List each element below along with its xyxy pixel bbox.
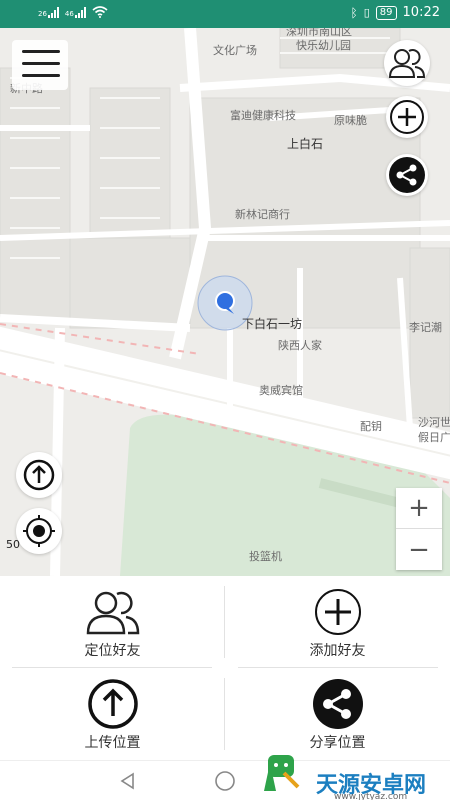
map-label: 奥威宾馆 xyxy=(259,384,303,397)
upload-icon xyxy=(23,459,55,491)
map-label: 原味脆 xyxy=(334,114,367,127)
divider xyxy=(224,678,225,750)
share-location-button[interactable]: 分享位置 xyxy=(225,668,450,760)
add-friend-panel-button[interactable]: 添加好友 xyxy=(225,576,450,668)
back-icon[interactable] xyxy=(118,771,138,791)
map-view[interactable]: 深圳市南山区 快乐幼儿园 文化广场 新中路 富迪健康科技 原味脆 上白石 新林记… xyxy=(0,28,450,576)
map-label: 沙河世 xyxy=(418,416,450,429)
divider xyxy=(224,586,225,658)
menu-icon-bar xyxy=(22,62,60,65)
map-label: 快乐幼儿园 xyxy=(296,39,351,52)
map-label: 文化广场 xyxy=(213,44,257,57)
locate-icon xyxy=(23,515,55,547)
battery-indicator: 89 xyxy=(375,5,397,20)
share-icon xyxy=(312,679,363,729)
map-scale: 50 xyxy=(6,538,20,551)
vibrate-icon: ▯ xyxy=(363,6,370,19)
map-label: 富迪健康科技 xyxy=(230,109,296,122)
friends-button[interactable] xyxy=(384,40,430,86)
bluetooth-icon: ᛒ xyxy=(350,5,358,20)
map-label: 上白石 xyxy=(287,137,324,151)
zoom-control: + − xyxy=(396,488,442,570)
divider xyxy=(238,667,438,668)
upload-location-label: 上传位置 xyxy=(84,735,141,751)
locate-friends-button[interactable]: 定位好友 xyxy=(0,576,225,668)
clock: 10:22 xyxy=(402,5,440,20)
friends-icon xyxy=(86,591,139,635)
map-label: 新林记商行 xyxy=(235,208,290,221)
upload-location-map-button[interactable] xyxy=(16,452,62,498)
map-label: 投篮机 xyxy=(249,550,282,563)
share-button[interactable] xyxy=(386,154,428,196)
upload-icon xyxy=(87,679,138,729)
watermark-logo-icon xyxy=(264,755,300,791)
status-right: ᛒ ▯ 89 10:22 xyxy=(351,5,440,20)
action-panel: 定位好友 添加好友 上传位置 分享位置 xyxy=(0,576,450,760)
status-bar: 26 46 ᛒ ▯ 89 10:22 xyxy=(0,0,450,28)
zoom-in-button[interactable]: + xyxy=(396,488,442,529)
map-label: 下白石一坊 xyxy=(242,317,303,331)
zoom-out-button[interactable]: − xyxy=(396,529,442,570)
signal-icon: 26 xyxy=(38,6,59,18)
plus-icon xyxy=(314,589,361,635)
signal-icon: 46 xyxy=(65,6,86,18)
friends-icon xyxy=(388,49,426,78)
divider xyxy=(12,667,212,668)
locate-me-button[interactable] xyxy=(16,508,62,554)
map-label: 李记潮 xyxy=(409,321,442,334)
upload-location-button[interactable]: 上传位置 xyxy=(0,668,225,760)
plus-icon xyxy=(390,100,424,134)
map-label: 陕西人家 xyxy=(278,339,322,352)
location-marker-icon xyxy=(215,291,235,314)
wifi-icon xyxy=(92,6,108,18)
menu-button[interactable] xyxy=(12,40,68,90)
menu-icon-bar xyxy=(22,74,60,77)
system-nav-bar: 天源安卓网 www.jytyaz.com xyxy=(0,755,450,800)
add-friend-label: 添加好友 xyxy=(309,643,366,659)
home-icon[interactable] xyxy=(214,770,236,792)
map-label: 假日广 xyxy=(418,431,450,444)
watermark-url: www.jytyaz.com xyxy=(334,792,408,800)
locate-friends-label: 定位好友 xyxy=(84,643,141,659)
share-location-label: 分享位置 xyxy=(309,735,366,751)
signal-group: 26 46 xyxy=(38,6,108,18)
add-friend-button[interactable] xyxy=(386,96,428,138)
map-label: 配钥 xyxy=(360,420,382,433)
menu-icon xyxy=(22,50,60,53)
share-icon xyxy=(389,157,425,193)
